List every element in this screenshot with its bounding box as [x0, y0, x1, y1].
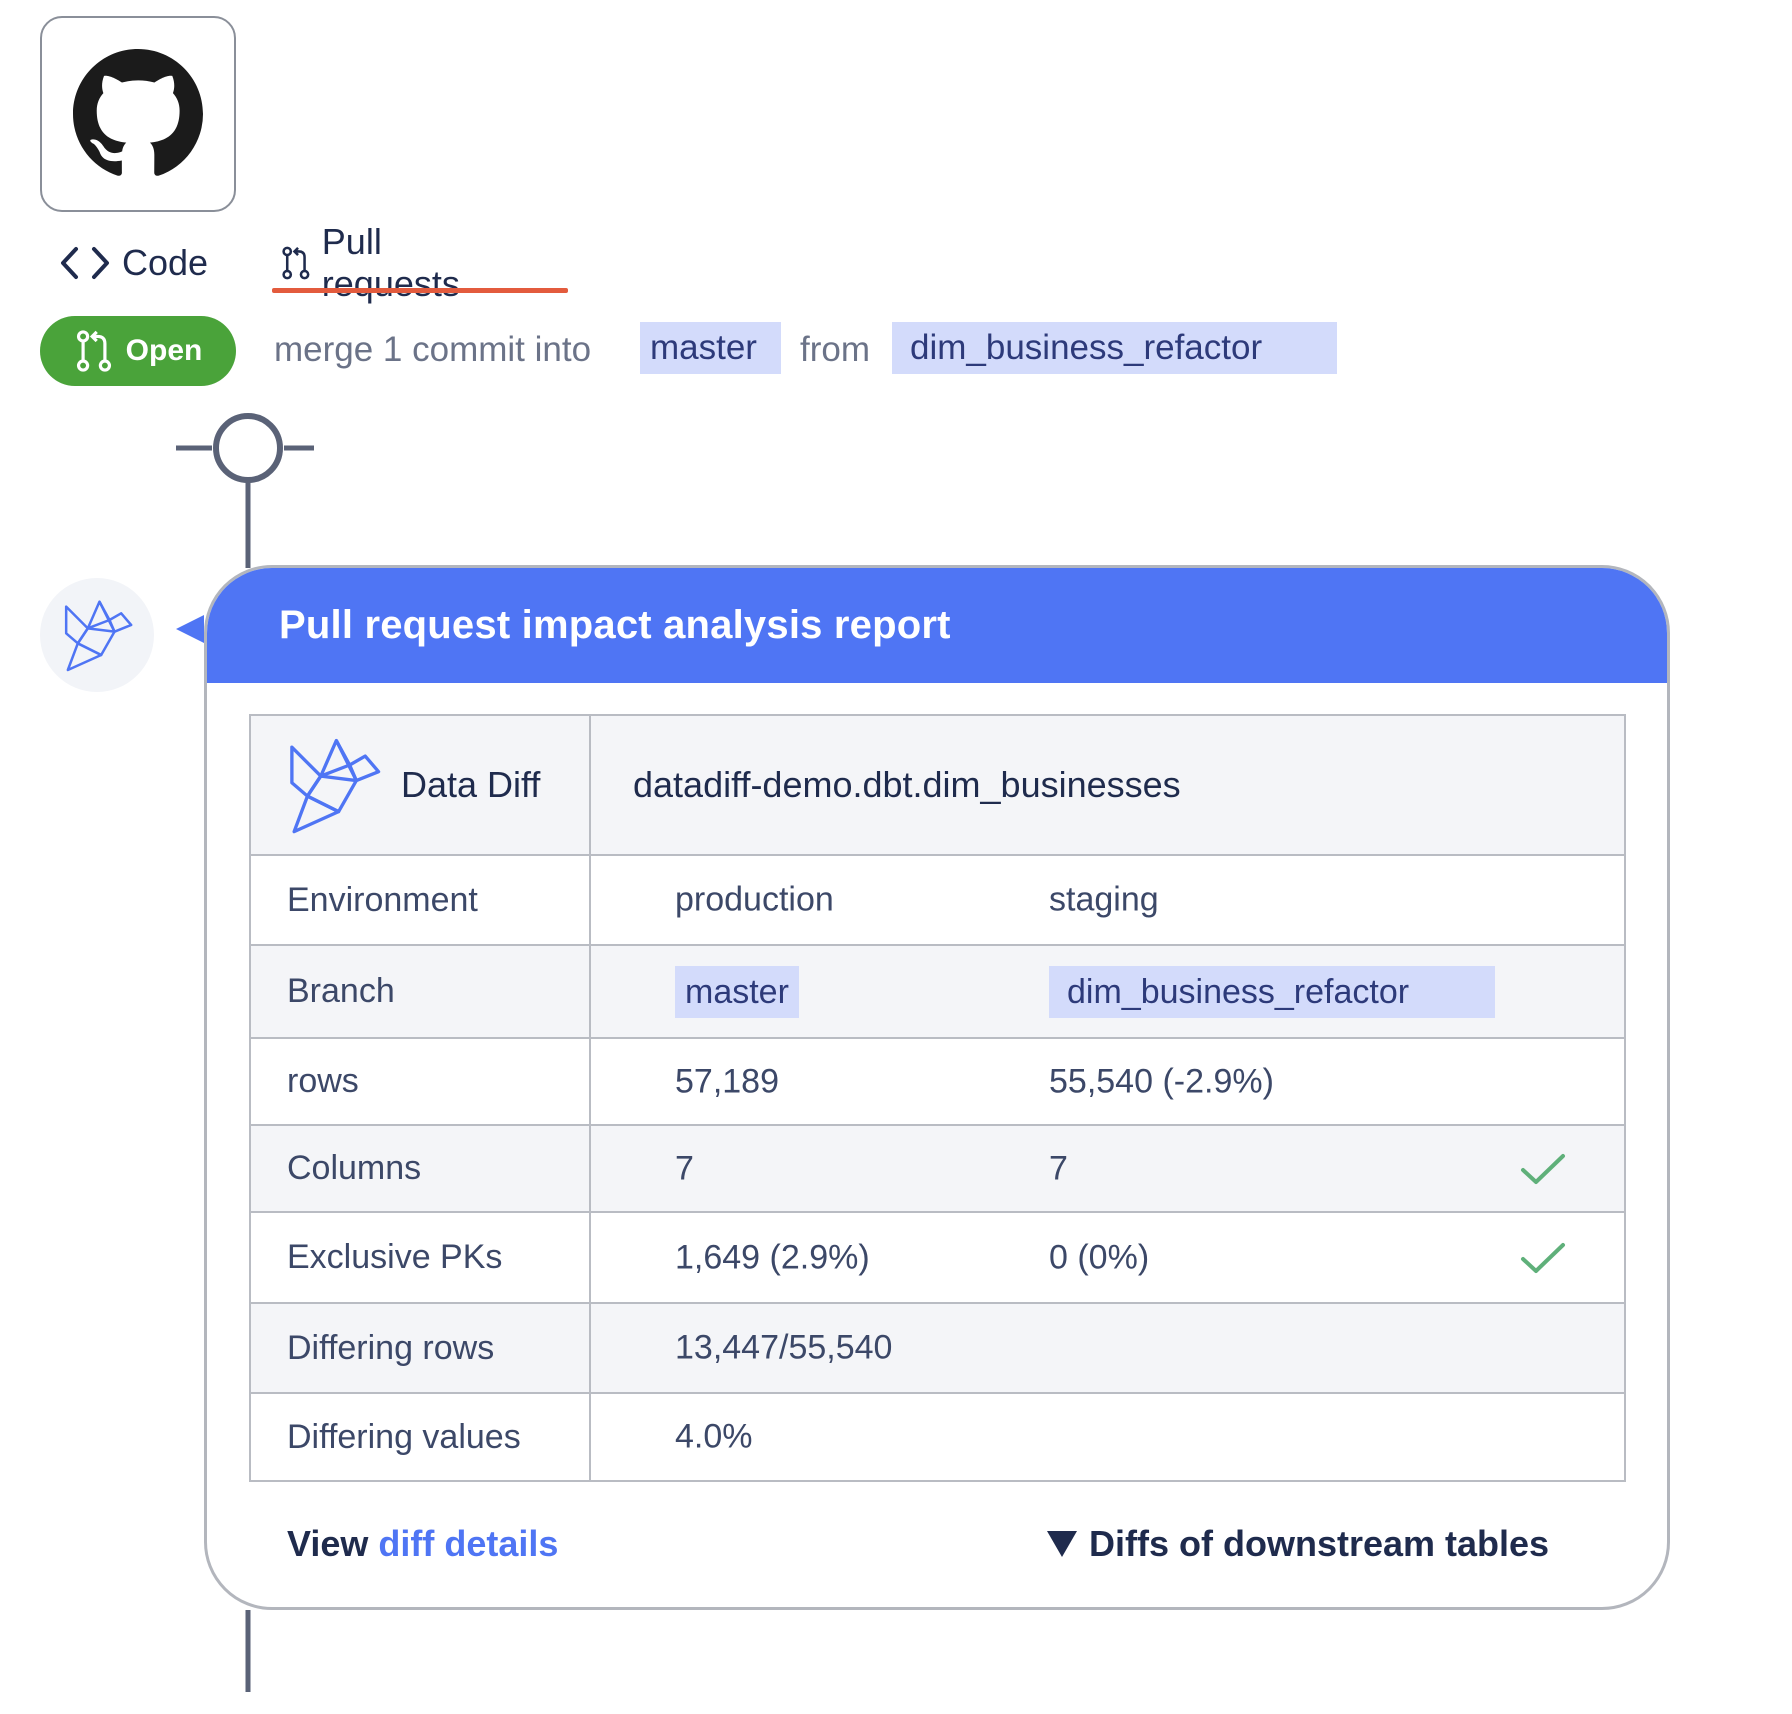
row-values: 57,189 55,540 (-2.9%) — [589, 1037, 1626, 1126]
value-production: 57,189 — [675, 1062, 779, 1100]
row-values: 13,447/55,540 — [589, 1302, 1626, 1394]
datafold-bird-icon — [290, 738, 381, 834]
row-label: Environment — [249, 854, 591, 946]
tool-cell: Data Diff — [249, 714, 591, 856]
table-row: Branch master dim_business_refactor — [249, 944, 1626, 1039]
view-prefix: View — [287, 1523, 369, 1564]
row-values: 1,649 (2.9%) 0 (0%) — [589, 1211, 1626, 1304]
row-values: master dim_business_refactor — [589, 944, 1626, 1039]
base-branch-chip[interactable]: master — [640, 322, 781, 374]
merge-text: merge 1 commit into — [274, 330, 592, 369]
data-diff-table: Data Diff datadiff-demo.dbt.dim_business… — [249, 714, 1626, 1482]
datafold-bird-icon — [64, 600, 133, 672]
branch-chip-text: dim_business_refactor — [1049, 965, 1495, 1018]
downstream-label: Diffs of downstream tables — [1089, 1523, 1550, 1564]
table-row: rows 57,189 55,540 (-2.9%) — [249, 1037, 1626, 1126]
value-production: production — [675, 880, 834, 919]
table-row: Columns 7 7 — [249, 1124, 1626, 1213]
branch-chip-text: master — [675, 965, 799, 1018]
staging-branch-chip[interactable]: dim_business_refactor — [1049, 965, 1495, 1018]
value-staging: 55,540 (-2.9%) — [1049, 1062, 1274, 1100]
active-tab-underline — [272, 288, 568, 293]
value-staging: 0 (0%) — [1049, 1238, 1150, 1276]
table-row: Environment production staging — [249, 854, 1626, 946]
github-icon — [73, 49, 203, 176]
value-differing-values: 4.0% — [675, 1417, 753, 1456]
datafold-bot-avatar[interactable] — [40, 578, 154, 692]
row-label: Differing values — [249, 1392, 591, 1482]
row-label: Differing rows — [249, 1302, 591, 1394]
code-icon — [61, 247, 109, 279]
table-row: Differing rows 13,447/55,540 — [249, 1302, 1626, 1394]
row-label: rows — [249, 1037, 591, 1126]
table-header-row: Data Diff datadiff-demo.dbt.dim_business… — [249, 714, 1626, 856]
github-logo — [40, 16, 236, 212]
value-production: 1,649 (2.9%) — [675, 1238, 870, 1276]
card-pointer — [176, 615, 204, 643]
row-values: 4.0% — [589, 1392, 1626, 1482]
row-label: Branch — [249, 944, 591, 1039]
row-values: 7 7 — [589, 1124, 1626, 1213]
value-staging: 7 — [1049, 1149, 1068, 1187]
value-differing-rows: 13,447/55,540 — [675, 1328, 893, 1367]
report-title: Pull request impact analysis report — [279, 603, 951, 647]
pull-request-icon — [282, 246, 310, 280]
production-branch-chip[interactable]: master — [675, 965, 799, 1018]
from-text: from — [800, 330, 870, 369]
impact-report-card: Pull request impact analysis report Data… — [204, 565, 1670, 1610]
tool-name: Data Diff — [401, 764, 541, 805]
triangle-down-icon — [1047, 1531, 1077, 1557]
table-row: Differing values 4.0% — [249, 1392, 1626, 1482]
row-label: Columns — [249, 1124, 591, 1213]
table-name: datadiff-demo.dbt.dim_businesses — [589, 714, 1626, 856]
view-diff-details: View diff details — [287, 1523, 558, 1565]
value-staging: staging — [1049, 880, 1159, 919]
pr-summary-row: Open merge 1 commit into master from dim… — [40, 314, 1337, 388]
table-row: Exclusive PKs 1,649 (2.9%) 0 (0%) — [249, 1211, 1626, 1304]
row-values: production staging — [589, 854, 1626, 946]
downstream-diffs-toggle[interactable]: Diffs of downstream tables — [1047, 1523, 1549, 1565]
diff-details-link[interactable]: diff details — [378, 1523, 558, 1564]
check-icon — [1521, 1242, 1565, 1273]
tab-code[interactable]: Code — [58, 228, 208, 298]
report-header: Pull request impact analysis report — [207, 568, 1667, 683]
pull-request-icon — [76, 330, 111, 372]
tab-code-label: Code — [122, 242, 209, 283]
row-label: Exclusive PKs — [249, 1211, 591, 1304]
head-branch-chip[interactable]: dim_business_refactor — [892, 322, 1337, 374]
check-icon — [1521, 1153, 1565, 1184]
pr-status-badge: Open — [40, 316, 236, 386]
value-production: 7 — [675, 1149, 694, 1187]
pr-status-label: Open — [125, 334, 203, 367]
